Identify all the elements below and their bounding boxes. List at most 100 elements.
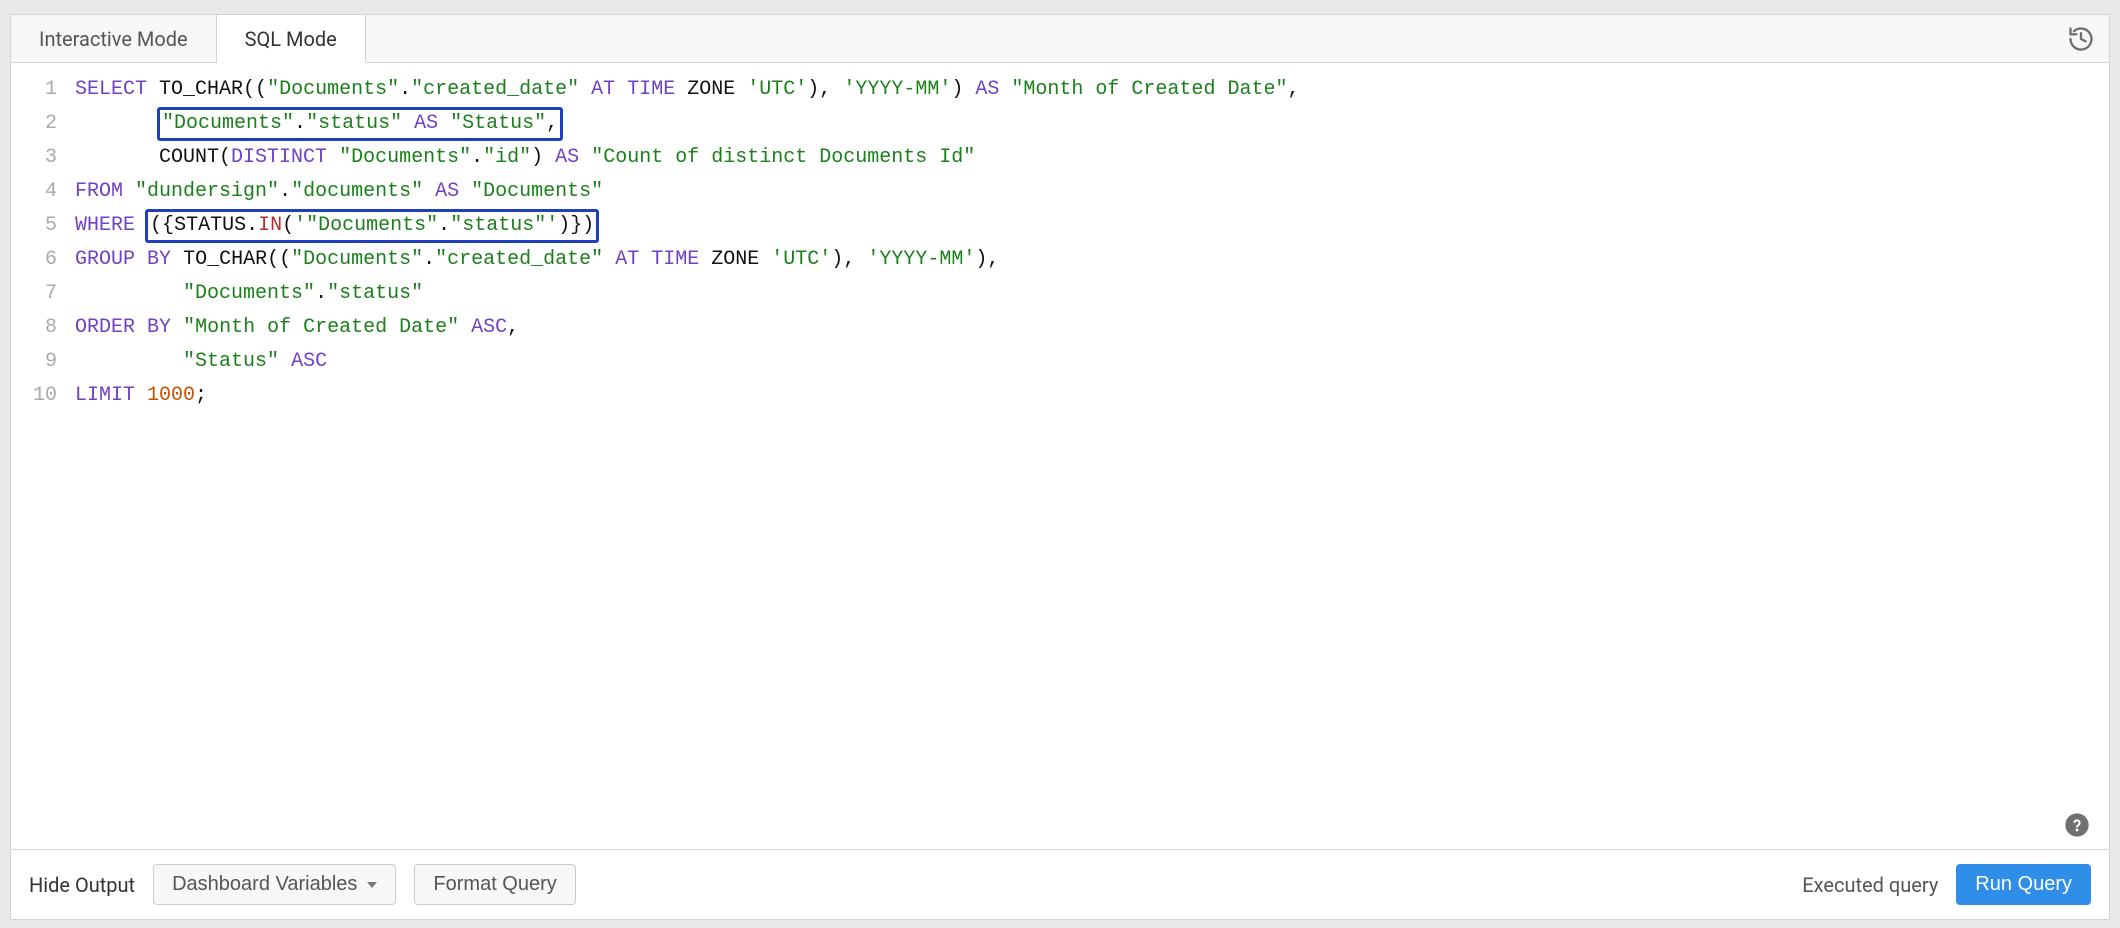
kw-asc: ASC bbox=[471, 316, 507, 339]
line-number: 6 bbox=[11, 243, 75, 277]
line-number: 2 bbox=[11, 107, 75, 141]
mode-tabs: Interactive Mode SQL Mode bbox=[11, 15, 2109, 63]
ident: "Month of Created Date" bbox=[183, 316, 459, 339]
kw-in: IN bbox=[258, 214, 282, 237]
kw: ZONE bbox=[687, 78, 735, 101]
kw: TIME bbox=[627, 78, 675, 101]
paren: ) bbox=[975, 248, 987, 271]
line-number: 1 bbox=[11, 73, 75, 107]
history-icon[interactable] bbox=[2067, 25, 2095, 53]
comma: , bbox=[987, 248, 999, 271]
kw-by: BY bbox=[147, 248, 171, 271]
paren: ( bbox=[282, 214, 294, 237]
kw-from: FROM bbox=[75, 180, 123, 203]
paren: (( bbox=[243, 78, 267, 101]
ident: "status" bbox=[306, 112, 402, 135]
hide-output-link[interactable]: Hide Output bbox=[29, 873, 135, 897]
number-literal: 1000 bbox=[147, 384, 195, 407]
run-query-button[interactable]: Run Query bbox=[1956, 864, 2091, 905]
line-number: 9 bbox=[11, 345, 75, 379]
fn-count: COUNT bbox=[159, 146, 219, 169]
dot: . bbox=[294, 112, 306, 135]
format-query-button[interactable]: Format Query bbox=[414, 864, 575, 905]
kw-select: SELECT bbox=[75, 78, 147, 101]
dot: . bbox=[399, 78, 411, 101]
ident: "documents" bbox=[291, 180, 423, 203]
string: 'YYYY-MM' bbox=[867, 248, 975, 271]
ident: "Status" bbox=[450, 112, 546, 135]
kw: AS bbox=[975, 78, 999, 101]
dot: . bbox=[471, 146, 483, 169]
brace: } bbox=[570, 214, 582, 237]
string: 'UTC' bbox=[747, 78, 807, 101]
ident: "id" bbox=[483, 146, 531, 169]
kw: AT bbox=[615, 248, 639, 271]
ident: "Status" bbox=[183, 350, 279, 373]
kw: TIME bbox=[651, 248, 699, 271]
paren: (( bbox=[267, 248, 291, 271]
ident: "Documents" bbox=[471, 180, 603, 203]
kw: AS bbox=[435, 180, 459, 203]
code-line: 4 FROM "dundersign"."documents" AS "Docu… bbox=[11, 175, 2109, 209]
executed-query-link[interactable]: Executed query bbox=[1802, 873, 1938, 897]
paren: ) bbox=[951, 78, 963, 101]
dot: . bbox=[438, 214, 450, 237]
paren: ( bbox=[219, 146, 231, 169]
code-line: 3 COUNT(DISTINCT "Documents"."id") AS "C… bbox=[11, 141, 2109, 175]
ident: "Documents" bbox=[267, 78, 399, 101]
ident: "dundersign" bbox=[135, 180, 279, 203]
paren: ( bbox=[150, 214, 162, 237]
ident: "Documents" bbox=[306, 214, 438, 237]
code-line: 2 "Documents"."status" AS "Status", bbox=[11, 107, 2109, 141]
app-root: Interactive Mode SQL Mode 1 SELECT TO_CH… bbox=[0, 0, 2120, 928]
line-number: 4 bbox=[11, 175, 75, 209]
dot: . bbox=[315, 282, 327, 305]
code-line: 10 LIMIT 1000; bbox=[11, 379, 2109, 413]
highlight-box: "Documents"."status" AS "Status", bbox=[157, 107, 563, 141]
ident: "Documents" bbox=[183, 282, 315, 305]
dashboard-variables-button[interactable]: Dashboard Variables bbox=[153, 864, 396, 905]
line-number: 3 bbox=[11, 141, 75, 175]
kw-where: WHERE bbox=[75, 214, 135, 237]
kw-by: BY bbox=[147, 316, 171, 339]
quote: ' bbox=[546, 214, 558, 237]
kw-asc: ASC bbox=[291, 350, 327, 373]
caret-down-icon bbox=[367, 882, 377, 888]
help-icon[interactable] bbox=[2063, 811, 2091, 839]
code-line: 6 GROUP BY TO_CHAR(("Documents"."created… bbox=[11, 243, 2109, 277]
ident: "created_date" bbox=[435, 248, 603, 271]
paren: ) bbox=[807, 78, 819, 101]
dot: . bbox=[279, 180, 291, 203]
kw-order: ORDER bbox=[75, 316, 135, 339]
string: 'UTC' bbox=[771, 248, 831, 271]
comma: , bbox=[819, 78, 831, 101]
code-line: 9 "Status" ASC bbox=[11, 345, 2109, 379]
kw: DISTINCT bbox=[231, 146, 327, 169]
ident: "Documents" bbox=[339, 146, 471, 169]
ident: "Count of distinct Documents Id" bbox=[591, 146, 975, 169]
comma: , bbox=[843, 248, 855, 271]
kw: AS bbox=[414, 112, 438, 135]
sql-editor[interactable]: 1 SELECT TO_CHAR(("Documents"."created_d… bbox=[11, 63, 2109, 849]
code-line: 8 ORDER BY "Month of Created Date" ASC, bbox=[11, 311, 2109, 345]
paren: ) bbox=[582, 214, 594, 237]
var: STATUS bbox=[174, 214, 246, 237]
comma: , bbox=[1287, 78, 1299, 101]
ident: "Documents" bbox=[162, 112, 294, 135]
ident: "Documents" bbox=[291, 248, 423, 271]
kw: ZONE bbox=[711, 248, 759, 271]
paren: ) bbox=[558, 214, 570, 237]
kw-group: GROUP bbox=[75, 248, 135, 271]
semicolon: ; bbox=[195, 384, 207, 407]
kw: AT bbox=[591, 78, 615, 101]
ident: "Month of Created Date" bbox=[1011, 78, 1287, 101]
tab-sql-mode[interactable]: SQL Mode bbox=[217, 15, 366, 63]
kw: AS bbox=[555, 146, 579, 169]
kw-limit: LIMIT bbox=[75, 384, 135, 407]
paren: ) bbox=[531, 146, 543, 169]
editor-lines: 1 SELECT TO_CHAR(("Documents"."created_d… bbox=[11, 73, 2109, 413]
tab-interactive-mode[interactable]: Interactive Mode bbox=[11, 15, 217, 62]
dot: . bbox=[423, 248, 435, 271]
code-line: 5 WHERE ({STATUS.IN('"Documents"."status… bbox=[11, 209, 2109, 243]
code-line: 1 SELECT TO_CHAR(("Documents"."created_d… bbox=[11, 73, 2109, 107]
